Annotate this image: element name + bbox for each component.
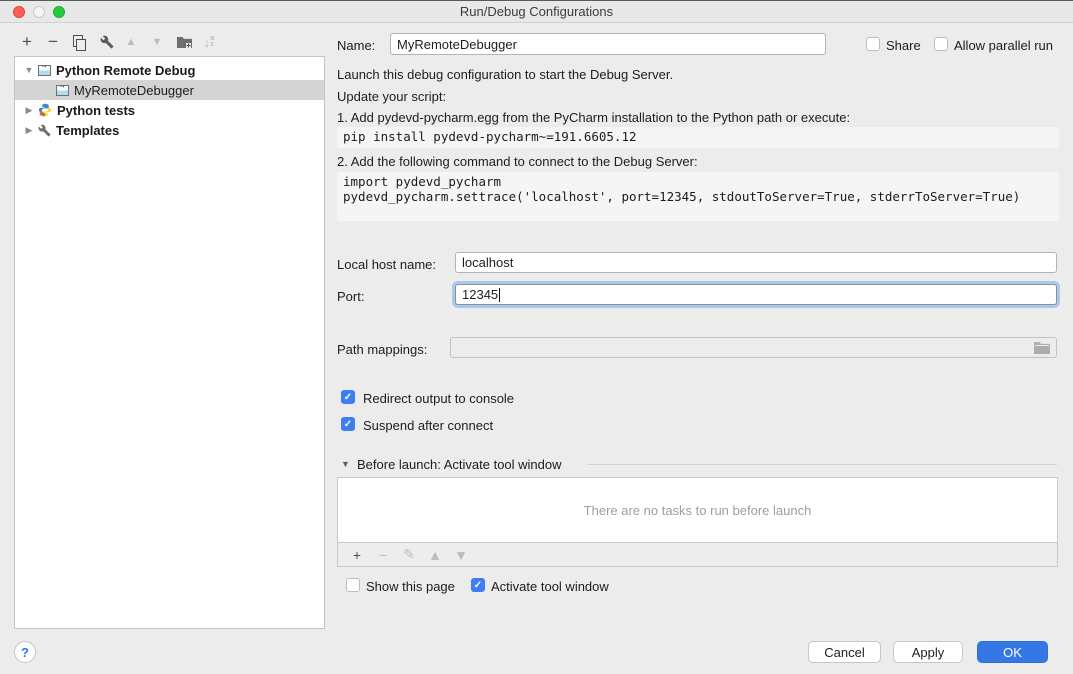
tree-item-label: Python Remote Debug bbox=[56, 63, 195, 78]
local-host-name-label: Local host name: bbox=[337, 257, 436, 272]
run-configuration-icon: → bbox=[38, 65, 51, 76]
suspend-after-connect-label: Suspend after connect bbox=[363, 418, 493, 433]
step1-text: 1. Add pydevd-pycharm.egg from the PyCha… bbox=[337, 110, 850, 125]
check-icon: ✓ bbox=[344, 419, 352, 430]
tree-item-label: Python tests bbox=[57, 103, 135, 118]
apply-button[interactable]: Apply bbox=[893, 641, 963, 663]
configurations-tree: ▼ → Python Remote Debug → MyRemoteDebugg… bbox=[14, 56, 325, 629]
window-title: Run/Debug Configurations bbox=[0, 1, 1073, 23]
tree-item-label: MyRemoteDebugger bbox=[74, 83, 194, 98]
name-input[interactable] bbox=[390, 33, 826, 55]
expand-arrow-icon[interactable]: ▶ bbox=[23, 125, 35, 136]
tree-item-python-remote-debug[interactable]: ▼ → Python Remote Debug bbox=[15, 60, 324, 80]
expand-arrow-icon[interactable]: ▶ bbox=[23, 105, 35, 116]
tree-item-label: Templates bbox=[56, 123, 119, 138]
browse-folder-icon[interactable] bbox=[1034, 342, 1050, 354]
edit-task-button[interactable]: ✎ bbox=[396, 544, 422, 566]
step2-text: 2. Add the following command to connect … bbox=[337, 154, 698, 169]
port-input[interactable] bbox=[455, 284, 1057, 305]
collapse-section-icon[interactable]: ▼ bbox=[341, 459, 350, 469]
tree-item-templates[interactable]: ▶ Templates bbox=[15, 120, 324, 140]
empty-tasks-text: There are no tasks to run before launch bbox=[584, 503, 812, 518]
before-launch-task-list[interactable]: There are no tasks to run before launch bbox=[337, 477, 1058, 543]
path-mappings-input[interactable] bbox=[450, 337, 1057, 358]
ok-button[interactable]: OK bbox=[977, 641, 1048, 663]
move-task-up-button[interactable]: ▲ bbox=[422, 544, 448, 566]
run-configuration-icon: → bbox=[56, 85, 69, 96]
pip-install-code: pip install pydevd-pycharm~=191.6605.12 bbox=[337, 127, 1059, 148]
run-debug-configurations-dialog: Run/Debug Configurations + − ▲ ▼ ↓ az ▼ … bbox=[0, 0, 1073, 674]
text-caret bbox=[499, 288, 500, 302]
move-up-button[interactable]: ▲ bbox=[118, 30, 144, 54]
copy-configuration-button[interactable] bbox=[66, 30, 92, 54]
redirect-output-checkbox[interactable]: ✓ bbox=[341, 390, 355, 404]
show-this-page-checkbox[interactable] bbox=[346, 578, 360, 592]
move-task-down-button[interactable]: ▼ bbox=[448, 544, 474, 566]
collapse-arrow-icon[interactable]: ▼ bbox=[23, 65, 35, 75]
settrace-code: import pydevd_pycharm pydevd_pycharm.set… bbox=[337, 172, 1059, 221]
title-bar: Run/Debug Configurations bbox=[0, 1, 1073, 23]
allow-parallel-run-label: Allow parallel run bbox=[954, 38, 1053, 53]
new-folder-button[interactable] bbox=[170, 30, 196, 54]
before-launch-toolbar: + − ✎ ▲ ▼ bbox=[337, 542, 1058, 567]
section-separator bbox=[587, 464, 1057, 465]
name-label: Name: bbox=[337, 38, 375, 53]
suspend-after-connect-checkbox[interactable]: ✓ bbox=[341, 417, 355, 431]
move-down-button[interactable]: ▼ bbox=[144, 30, 170, 54]
update-script-text: Update your script: bbox=[337, 89, 446, 104]
wrench-icon bbox=[38, 124, 51, 137]
show-this-page-label: Show this page bbox=[366, 579, 455, 594]
tree-item-python-tests[interactable]: ▶ Python tests bbox=[15, 100, 324, 120]
configurations-toolbar: + − ▲ ▼ ↓ az bbox=[14, 29, 222, 55]
python-tests-icon bbox=[38, 103, 52, 117]
help-icon: ? bbox=[21, 645, 29, 660]
sort-az-icon: ↓ az bbox=[204, 35, 214, 50]
settrace-code-line2: pydevd_pycharm.settrace('localhost', por… bbox=[343, 189, 1020, 204]
remove-configuration-button[interactable]: − bbox=[40, 30, 66, 54]
edit-defaults-button[interactable] bbox=[92, 30, 118, 54]
wrench-icon bbox=[100, 35, 114, 49]
port-label: Port: bbox=[337, 289, 364, 304]
activate-tool-window-checkbox[interactable]: ✓ bbox=[471, 578, 485, 592]
remove-task-button[interactable]: − bbox=[370, 544, 396, 566]
intro-text: Launch this debug configuration to start… bbox=[337, 67, 673, 82]
activate-tool-window-label: Activate tool window bbox=[491, 579, 609, 594]
local-host-name-input[interactable] bbox=[455, 252, 1057, 273]
path-mappings-label: Path mappings: bbox=[337, 342, 427, 357]
help-button[interactable]: ? bbox=[14, 641, 36, 663]
cancel-button[interactable]: Cancel bbox=[808, 641, 881, 663]
add-task-button[interactable]: + bbox=[344, 544, 370, 566]
settrace-code-line1: import pydevd_pycharm bbox=[343, 174, 501, 189]
share-label: Share bbox=[886, 38, 921, 53]
share-checkbox[interactable] bbox=[866, 37, 880, 51]
check-icon: ✓ bbox=[344, 392, 352, 403]
before-launch-title: Before launch: Activate tool window bbox=[357, 457, 562, 472]
folder-add-icon bbox=[177, 36, 193, 49]
sort-configurations-button[interactable]: ↓ az bbox=[196, 30, 222, 54]
redirect-output-label: Redirect output to console bbox=[363, 391, 514, 406]
allow-parallel-run-checkbox[interactable] bbox=[934, 37, 948, 51]
check-icon: ✓ bbox=[474, 580, 482, 591]
add-configuration-button[interactable]: + bbox=[14, 30, 40, 54]
copy-icon bbox=[73, 35, 86, 49]
tree-item-myremotedebugger[interactable]: → MyRemoteDebugger bbox=[15, 80, 324, 100]
